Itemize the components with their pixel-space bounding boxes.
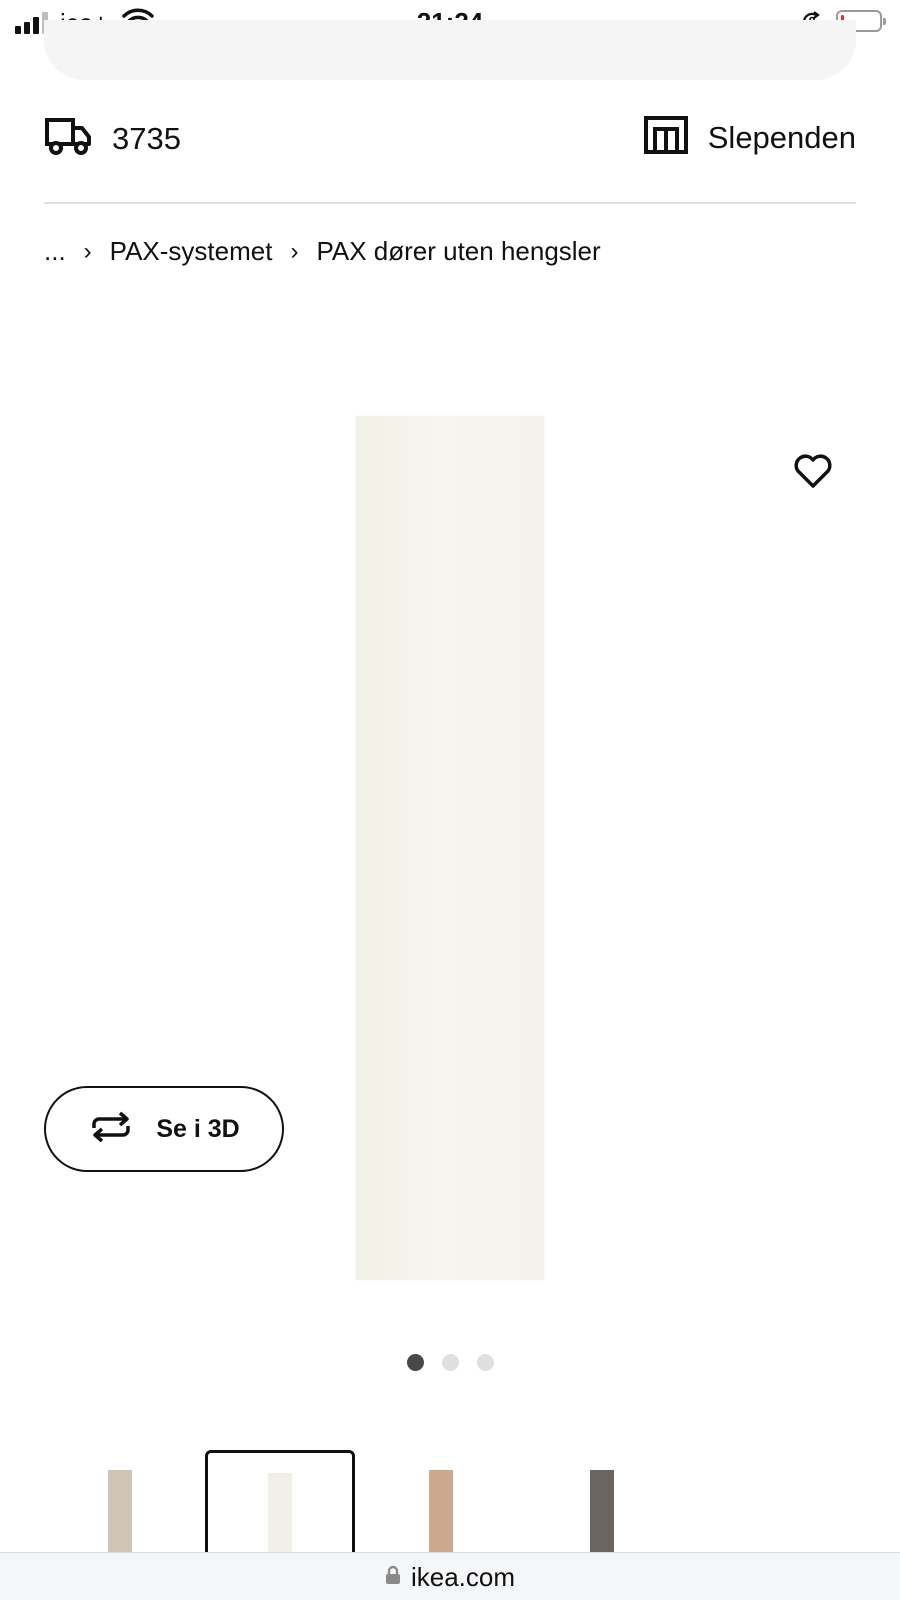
truck-icon xyxy=(44,116,92,161)
variant-thumbnails xyxy=(0,1450,900,1593)
rotate-icon xyxy=(88,1111,134,1148)
chevron-right-icon: › xyxy=(290,237,299,265)
location-row: 3735 Slependen xyxy=(44,116,856,176)
carousel-dot-3[interactable] xyxy=(476,1354,494,1371)
carousel-dot-1[interactable] xyxy=(406,1354,424,1371)
favorite-button[interactable] xyxy=(790,450,836,496)
chevron-right-icon: › xyxy=(83,237,92,265)
view-in-3d-button[interactable]: Se i 3D xyxy=(44,1086,284,1172)
postal-code: 3735 xyxy=(112,120,181,156)
breadcrumb-ellipsis[interactable]: ... xyxy=(44,236,66,267)
store-name: Slependen xyxy=(707,119,856,155)
delivery-postal-code-button[interactable]: 3735 xyxy=(44,116,181,161)
carousel-dot-2[interactable] xyxy=(441,1354,459,1371)
product-image[interactable] xyxy=(356,416,544,1280)
search-bar[interactable] xyxy=(44,20,856,80)
breadcrumb: ... › PAX-systemet › PAX dører uten heng… xyxy=(44,236,601,267)
product-page: ice+ 21:24 xyxy=(0,0,900,1600)
breadcrumb-item-pax-doors[interactable]: PAX dører uten hengsler xyxy=(316,236,600,267)
heart-icon xyxy=(793,453,833,494)
url-text: ikea.com xyxy=(410,1561,516,1592)
view-in-3d-label: Se i 3D xyxy=(156,1114,240,1143)
store-icon xyxy=(643,116,688,159)
divider xyxy=(44,202,856,204)
breadcrumb-item-pax-system[interactable]: PAX-systemet xyxy=(110,236,273,267)
browser-address-bar[interactable]: ikea.com xyxy=(0,1552,900,1600)
store-selector-button[interactable]: Slependen xyxy=(643,116,856,159)
lock-icon xyxy=(385,1565,401,1590)
carousel-indicator xyxy=(0,1354,900,1371)
